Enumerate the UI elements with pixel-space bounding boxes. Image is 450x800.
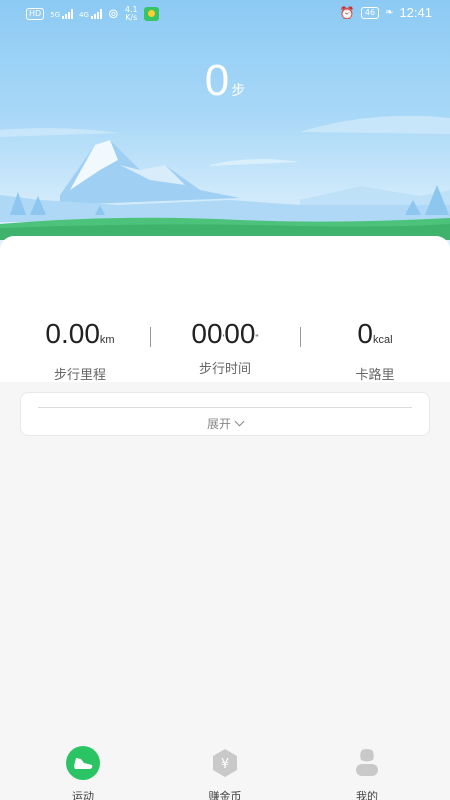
alarm-icon: ⏰ [339,5,355,20]
expand-divider [38,407,412,408]
svg-text:¥: ¥ [221,757,229,772]
tab-exercise-label: 运动 [72,790,94,800]
expand-panel-button[interactable]: 展开 [20,392,430,436]
step-counter: 0步 [0,56,450,106]
chevron-down-icon [234,416,245,427]
stat-divider [300,327,301,347]
leaf-icon: ❧ [385,7,394,18]
tab-exercise[interactable]: 运动 [38,742,128,800]
calories-stat: 0kcal 卡路里 [305,316,445,383]
coin-yen-icon: ¥ [213,749,237,777]
duration-minutes: 00 [191,318,223,349]
tab-profile[interactable]: 我的 [322,742,412,800]
network-speed: 4.1 K/s [124,5,138,22]
mountain-scene [0,115,450,240]
stat-divider [150,327,151,347]
hero-banner: HD 5G 4G ⊚ 4.1 K/s ⏰ 46 ❧ 12:41 0步 [0,0,450,260]
step-unit: 步 [231,83,246,99]
tab-earn-coins[interactable]: ¥ 赚金币 [180,742,270,800]
person-icon [356,749,378,776]
signal-icon-2: 4G [79,9,102,19]
duration-stat: 00'00" 步行时间 [155,316,295,377]
calories-value: 0 [357,318,373,349]
step-count: 0 [204,56,230,105]
signal-icon: 5G [50,9,74,19]
tab-earn-coins-label: 赚金币 [208,790,242,800]
shoe-icon [66,746,100,780]
bottom-tab-bar: 运动 ¥ 赚金币 我的 [0,742,450,800]
hd-badge: HD [26,8,45,20]
tab-profile-label: 我的 [356,790,378,800]
calories-label: 卡路里 [355,368,395,383]
app-notification-icon [143,7,159,21]
battery-icon: 46 [360,6,380,19]
calories-unit: kcal [373,334,393,346]
duration-label: 步行时间 [198,362,251,377]
expand-label: 展开 [206,417,231,431]
distance-unit: km [99,334,115,346]
distance-stat: 0.00km 步行里程 [10,316,150,383]
status-bar: HD 5G 4G ⊚ 4.1 K/s ⏰ 46 ❧ 12:41 [0,0,450,28]
clock: 12:41 [399,5,432,20]
wifi-icon: ⊚ [107,6,119,22]
distance-value: 0.00 [45,318,100,349]
stats-row: 0.00km 步行里程 00'00" 步行时间 0kcal 卡路里 [0,316,450,383]
duration-seconds: 00 [224,318,256,349]
distance-label: 步行里程 [53,368,106,383]
